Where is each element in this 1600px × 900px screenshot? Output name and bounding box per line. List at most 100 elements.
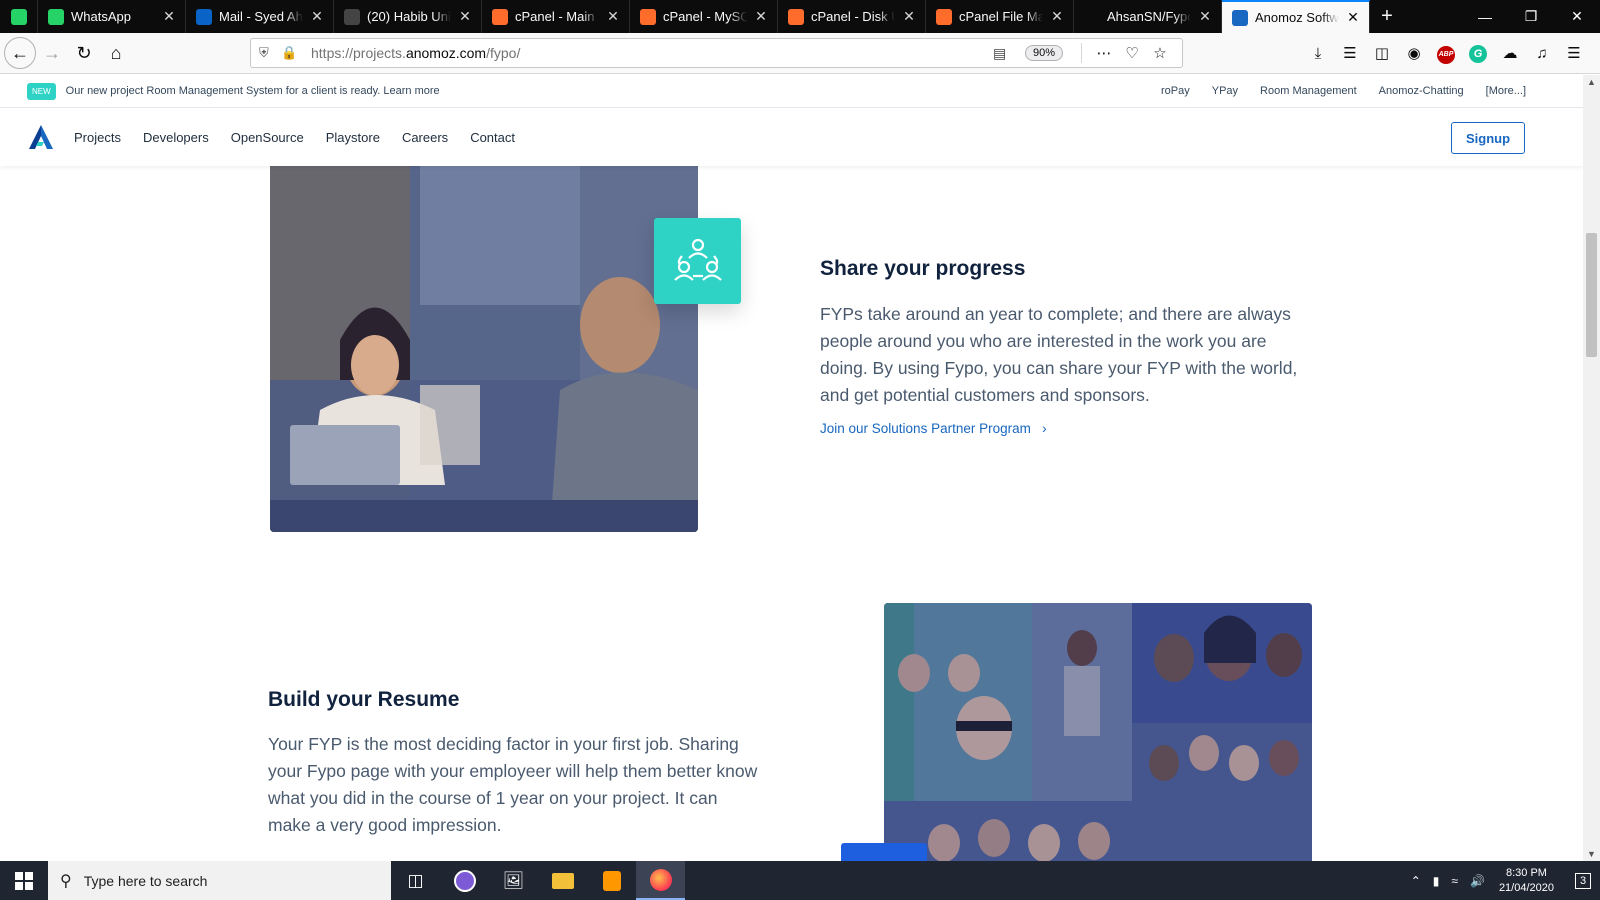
chevron-up-icon[interactable]: ⌃ — [1411, 874, 1421, 888]
wifi-icon[interactable]: ≈ — [1451, 874, 1458, 888]
windows-logo-icon — [15, 871, 33, 890]
task-view-icon[interactable]: ◫ — [391, 861, 440, 900]
download-icon[interactable]: ⤓ — [1302, 45, 1334, 62]
scroll-up-icon[interactable]: ▲ — [1583, 77, 1600, 87]
battery-icon[interactable]: ▮ — [1433, 874, 1440, 888]
announcement-link[interactable]: Room Management — [1260, 85, 1357, 97]
bookmark-star-icon[interactable]: ☆ — [1146, 44, 1174, 62]
nav-item-projects[interactable]: Projects — [74, 130, 121, 145]
tab-title: WhatsApp — [71, 9, 131, 24]
new-tab-icon[interactable]: + — [1370, 0, 1404, 33]
scroll-down-icon[interactable]: ▼ — [1583, 849, 1600, 859]
browser-tab[interactable]: cPanel - Main ✕ — [482, 0, 630, 33]
github-icon — [1084, 8, 1100, 25]
announcement-link[interactable]: [More...] — [1486, 85, 1526, 97]
whatsapp-icon — [48, 8, 64, 25]
cpanel-icon — [788, 8, 804, 25]
page-scrollbar[interactable]: ▲ ▼ — [1583, 75, 1600, 861]
menu-icon[interactable]: ☰ — [1558, 44, 1590, 62]
reload-button[interactable]: ↻ — [68, 37, 100, 69]
browser-tab[interactable]: cPanel - MySQL ✕ — [630, 0, 778, 33]
home-button[interactable]: ⌂ — [100, 37, 132, 69]
adblock-icon-wrap[interactable]: ABP — [1430, 43, 1462, 64]
browser-tab[interactable]: AhsanSN/Fypo ✕ — [1074, 0, 1222, 33]
nav-item-playstore[interactable]: Playstore — [326, 130, 380, 145]
tab-title: AhsanSN/Fypo — [1107, 9, 1191, 24]
tab-title: (20) Habib Unive — [367, 9, 451, 24]
nav-item-developers[interactable]: Developers — [143, 130, 209, 145]
browser-tab[interactable]: (20) Habib Unive ✕ — [334, 0, 482, 33]
cloud-icon[interactable]: ☁ — [1494, 44, 1526, 62]
close-tab-icon[interactable]: ✕ — [605, 8, 621, 25]
tab-title: cPanel - Main — [515, 9, 595, 24]
music-icon[interactable]: ♫ — [1526, 45, 1558, 62]
url-bar[interactable]: ⛨ 🔒 https://projects.anomoz.com/fypo/ ▤ … — [250, 38, 1183, 68]
url-text[interactable]: https://projects.anomoz.com/fypo/ — [311, 45, 993, 61]
announcement-link[interactable]: YPay — [1212, 85, 1238, 97]
firefox-icon[interactable] — [636, 861, 685, 900]
nav-item-opensource[interactable]: OpenSource — [231, 130, 304, 145]
back-button[interactable]: ← — [4, 37, 36, 69]
close-tab-icon[interactable]: ✕ — [161, 8, 177, 25]
start-button[interactable] — [0, 861, 48, 900]
announcement-link[interactable]: Anomoz-Chatting — [1379, 85, 1464, 97]
file-explorer-icon[interactable] — [538, 861, 587, 900]
zoom-indicator[interactable]: 90% — [1024, 45, 1063, 61]
arrow-right-icon: → — [43, 42, 61, 63]
announcement-link[interactable]: roPay — [1161, 85, 1190, 97]
clock[interactable]: 8:30 PM 21/04/2020 — [1499, 866, 1554, 896]
partner-program-link[interactable]: Join our Solutions Partner Program › — [820, 421, 1047, 436]
clock-date: 21/04/2020 — [1498, 881, 1554, 894]
arrow-left-icon: ← — [11, 42, 29, 63]
nav-item-contact[interactable]: Contact — [470, 130, 515, 145]
browser-tab[interactable]: cPanel File Mana ✕ — [926, 0, 1074, 33]
signup-button[interactable]: Signup — [1451, 122, 1525, 154]
restore-icon[interactable]: ❐ — [1508, 0, 1554, 33]
app-purple-icon[interactable] — [440, 861, 489, 900]
clock-time: 8:30 PM — [1505, 866, 1547, 879]
close-tab-icon[interactable]: ✕ — [309, 8, 325, 25]
volume-icon[interactable]: 🔊 — [1470, 874, 1485, 888]
announcement-links: roPay YPay Room Management Anomoz-Chatting [… — [1139, 85, 1526, 97]
sublime-text-icon[interactable] — [587, 861, 636, 900]
announcement-bar: NEW Our new project Room Management Syst… — [0, 75, 1583, 108]
adblock-icon: ABP — [1437, 45, 1455, 64]
extension-icon[interactable]: ◉ — [1398, 44, 1430, 62]
close-tab-icon[interactable]: ✕ — [1345, 9, 1361, 26]
lock-icon[interactable]: 🔒 — [281, 45, 303, 61]
close-tab-icon[interactable]: ✕ — [1049, 8, 1065, 25]
forward-button[interactable]: → — [36, 37, 68, 69]
close-tab-icon[interactable]: ✕ — [457, 8, 473, 25]
share-progress-heading: Share your progress — [820, 257, 1026, 280]
team-collaboration-icon — [654, 218, 741, 304]
scrollbar-thumb[interactable] — [1586, 233, 1597, 357]
sidebar-icon[interactable]: ◫ — [1366, 44, 1398, 62]
notification-icon[interactable]: 3 — [1566, 861, 1600, 900]
browser-tab[interactable]: WhatsApp ✕ — [38, 0, 186, 33]
shield-icon[interactable]: ⛨ — [259, 45, 281, 61]
announcement-text[interactable]: Our new project Room Management System f… — [66, 85, 1139, 97]
pinned-tab[interactable] — [0, 0, 38, 33]
page-actions-icon[interactable]: ⋯ — [1090, 44, 1118, 62]
taskbar-search[interactable]: ⚲ Type here to search — [48, 861, 391, 900]
reader-view-icon[interactable]: ▤ — [993, 45, 1017, 62]
browser-tab[interactable]: cPanel - Disk Usa ✕ — [778, 0, 926, 33]
close-tab-icon[interactable]: ✕ — [1197, 8, 1213, 25]
anomoz-logo[interactable] — [28, 124, 54, 150]
explorer-window-icon[interactable]: 🖼 — [489, 861, 538, 900]
url-bar-divider — [1081, 43, 1082, 63]
cpanel-icon — [640, 8, 656, 25]
close-window-icon[interactable]: ✕ — [1554, 0, 1600, 33]
close-tab-icon[interactable]: ✕ — [901, 8, 917, 25]
close-tab-icon[interactable]: ✕ — [753, 8, 769, 25]
tab-title: Mail - Syed Ahsan — [219, 9, 303, 24]
library-icon[interactable]: ☰ — [1334, 44, 1366, 62]
pocket-icon[interactable]: ♡ — [1118, 44, 1146, 62]
browser-tab[interactable]: Anomoz Softwar ✕ — [1222, 0, 1370, 33]
notification-count: 3 — [1574, 872, 1592, 889]
nav-item-careers[interactable]: Careers — [402, 130, 448, 145]
browser-tab[interactable]: Mail - Syed Ahsan ✕ — [186, 0, 334, 33]
grammarly-icon-wrap[interactable]: G — [1462, 44, 1494, 63]
minimize-icon[interactable]: — — [1462, 0, 1508, 33]
video-play-button[interactable] — [841, 843, 927, 861]
